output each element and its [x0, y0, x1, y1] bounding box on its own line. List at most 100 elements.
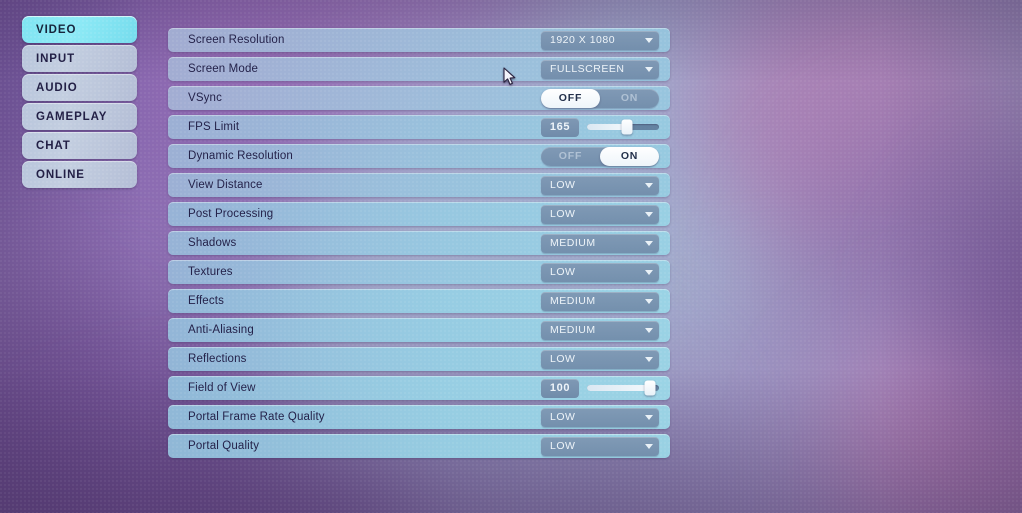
sidebar-tab-label: CHAT — [36, 139, 71, 152]
slider-track[interactable] — [587, 119, 659, 135]
dropdown-selected-value: LOW — [550, 266, 576, 278]
setting-row-shadows: Shadows MEDIUM — [168, 231, 670, 255]
setting-control: MEDIUM — [541, 233, 659, 253]
dropdown-selected-value: LOW — [550, 179, 576, 191]
toggle-option-off[interactable]: OFF — [541, 147, 600, 166]
setting-row-field-of-view: Field of View 100 — [168, 376, 670, 400]
sidebar-tab-gameplay[interactable]: GAMEPLAY — [22, 103, 137, 130]
sidebar-tab-label: ONLINE — [36, 168, 85, 181]
setting-row-post-processing: Post Processing LOW — [168, 202, 670, 226]
chevron-down-icon — [645, 37, 653, 43]
setting-control: 100 — [541, 378, 659, 398]
setting-row-reflections: Reflections LOW — [168, 347, 670, 371]
slider-track[interactable] — [587, 380, 659, 396]
dropdown-effects[interactable]: MEDIUM — [541, 291, 659, 311]
setting-control: 165 — [541, 117, 659, 137]
setting-label: Screen Resolution — [188, 34, 285, 46]
sidebar-tab-label: INPUT — [36, 52, 75, 65]
slider-field-of-view[interactable]: 100 — [541, 378, 659, 398]
dropdown-selected-value: LOW — [550, 208, 576, 220]
chevron-down-icon — [645, 443, 653, 449]
sidebar-tab-online[interactable]: ONLINE — [22, 161, 137, 188]
dropdown-anti-aliasing[interactable]: MEDIUM — [541, 320, 659, 340]
dropdown-selected-value: FULLSCREEN — [550, 63, 625, 75]
setting-control: LOW — [541, 349, 659, 369]
setting-control: LOW — [541, 175, 659, 195]
sidebar-tab-chat[interactable]: CHAT — [22, 132, 137, 159]
setting-control: 1920 X 1080 — [541, 30, 659, 50]
dropdown-shadows[interactable]: MEDIUM — [541, 233, 659, 253]
setting-label: Effects — [188, 295, 224, 307]
sidebar-tab-video[interactable]: VIDEO — [22, 16, 137, 43]
setting-label: Textures — [188, 266, 233, 278]
setting-label: Portal Quality — [188, 440, 260, 452]
sidebar-tab-audio[interactable]: AUDIO — [22, 74, 137, 101]
toggle-option-on[interactable]: ON — [600, 146, 659, 166]
setting-label: Anti-Aliasing — [188, 324, 254, 336]
slider-handle[interactable] — [644, 380, 656, 396]
setting-label: Post Processing — [188, 208, 274, 220]
setting-control: MEDIUM — [541, 320, 659, 340]
toggle-dynamic-resolution[interactable]: OFF ON — [541, 146, 659, 166]
chevron-down-icon — [645, 240, 653, 246]
setting-control: LOW — [541, 204, 659, 224]
dropdown-selected-value: 1920 X 1080 — [550, 34, 616, 46]
toggle-option-on[interactable]: ON — [600, 89, 659, 108]
setting-row-screen-resolution: Screen Resolution 1920 X 1080 — [168, 28, 670, 52]
setting-label: Shadows — [188, 237, 237, 249]
dropdown-selected-value: LOW — [550, 353, 576, 365]
slider-value-readout: 100 — [541, 378, 579, 398]
chevron-down-icon — [645, 356, 653, 362]
setting-label: View Distance — [188, 179, 263, 191]
setting-label: Field of View — [188, 382, 256, 394]
dropdown-screen-resolution[interactable]: 1920 X 1080 — [541, 30, 659, 50]
setting-row-dynamic-resolution: Dynamic Resolution OFF ON — [168, 144, 670, 168]
chevron-down-icon — [645, 269, 653, 275]
dropdown-textures[interactable]: LOW — [541, 262, 659, 282]
settings-category-sidebar: VIDEO INPUT AUDIO GAMEPLAY CHAT ONLINE — [22, 16, 137, 190]
video-settings-panel: Screen Resolution 1920 X 1080 Screen Mode F… — [168, 28, 670, 463]
slider-value-readout: 165 — [541, 117, 579, 137]
sidebar-tab-label: AUDIO — [36, 81, 78, 94]
setting-row-anti-aliasing: Anti-Aliasing MEDIUM — [168, 318, 670, 342]
setting-row-portal-frame-rate-quality: Portal Frame Rate Quality LOW — [168, 405, 670, 429]
chevron-down-icon — [645, 66, 653, 72]
sidebar-tab-label: VIDEO — [36, 23, 77, 36]
toggle-option-off[interactable]: OFF — [541, 88, 600, 108]
slider-handle[interactable] — [621, 119, 633, 135]
chevron-down-icon — [645, 327, 653, 333]
setting-row-portal-quality: Portal Quality LOW — [168, 434, 670, 458]
setting-control: OFF ON — [541, 88, 659, 108]
setting-row-textures: Textures LOW — [168, 260, 670, 284]
setting-row-vsync: VSync OFF ON — [168, 86, 670, 110]
dropdown-selected-value: MEDIUM — [550, 237, 596, 249]
chevron-down-icon — [645, 211, 653, 217]
dropdown-selected-value: LOW — [550, 440, 576, 452]
setting-label: VSync — [188, 92, 222, 104]
chevron-down-icon — [645, 298, 653, 304]
dropdown-reflections[interactable]: LOW — [541, 349, 659, 369]
toggle-vsync[interactable]: OFF ON — [541, 88, 659, 108]
dropdown-view-distance[interactable]: LOW — [541, 175, 659, 195]
dropdown-selected-value: MEDIUM — [550, 324, 596, 336]
dropdown-screen-mode[interactable]: FULLSCREEN — [541, 59, 659, 79]
setting-label: Screen Mode — [188, 63, 259, 75]
setting-label: Dynamic Resolution — [188, 150, 293, 162]
setting-control: MEDIUM — [541, 291, 659, 311]
game-settings-screen: VIDEO INPUT AUDIO GAMEPLAY CHAT ONLINE Screen… — [0, 0, 1022, 513]
setting-label: Reflections — [188, 353, 247, 365]
setting-control: OFF ON — [541, 146, 659, 166]
setting-row-effects: Effects MEDIUM — [168, 289, 670, 313]
sidebar-tab-input[interactable]: INPUT — [22, 45, 137, 72]
setting-row-view-distance: View Distance LOW — [168, 173, 670, 197]
chevron-down-icon — [645, 414, 653, 420]
slider-fps-limit[interactable]: 165 — [541, 117, 659, 137]
chevron-down-icon — [645, 182, 653, 188]
setting-row-fps-limit: FPS Limit 165 — [168, 115, 670, 139]
dropdown-post-processing[interactable]: LOW — [541, 204, 659, 224]
dropdown-selected-value: MEDIUM — [550, 295, 596, 307]
setting-row-screen-mode: Screen Mode FULLSCREEN — [168, 57, 670, 81]
setting-label: Portal Frame Rate Quality — [188, 411, 325, 423]
dropdown-portal-frame-rate-quality[interactable]: LOW — [541, 407, 659, 427]
dropdown-portal-quality[interactable]: LOW — [541, 436, 659, 456]
